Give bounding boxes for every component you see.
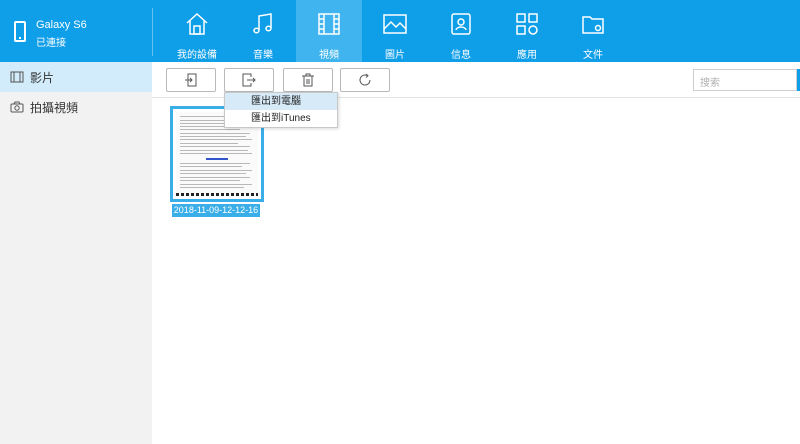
menu-item-export-to-itunes[interactable]: 匯出到iTunes	[225, 110, 337, 127]
delete-button[interactable]	[283, 68, 333, 92]
apps-icon	[516, 13, 538, 35]
contacts-icon	[451, 13, 471, 35]
film-strip-icon	[10, 71, 24, 83]
phone-icon	[14, 21, 26, 42]
export-button[interactable]	[224, 68, 274, 92]
device-status: 已連接	[36, 38, 66, 49]
trash-icon	[302, 73, 314, 87]
refresh-icon	[359, 73, 371, 86]
nav-video[interactable]: 視頻	[296, 0, 362, 62]
sidebar-item-recorded-videos[interactable]: 拍攝視頻	[0, 92, 152, 122]
nav-messages[interactable]: 信息	[428, 0, 494, 62]
nav-pictures[interactable]: 圖片	[362, 0, 428, 62]
sidebar: 影片 拍攝視頻	[0, 62, 152, 444]
search-input[interactable]: 搜索	[693, 69, 797, 91]
film-icon	[318, 13, 340, 35]
nav-my-device[interactable]: 我的設備	[164, 0, 230, 62]
export-dropdown-menu: 匯出到電腦 匯出到iTunes	[224, 92, 338, 128]
music-icon	[253, 13, 272, 34]
sidebar-item-movies[interactable]: 影片	[0, 62, 152, 92]
nav-label: 信息	[451, 50, 471, 61]
sidebar-item-label: 影片	[30, 70, 55, 85]
divider	[152, 8, 153, 56]
nav-apps[interactable]: 應用	[494, 0, 560, 62]
nav-music[interactable]: 音樂	[230, 0, 296, 62]
nav-label: 圖片	[385, 50, 405, 61]
import-button[interactable]	[166, 68, 216, 92]
folder-icon	[582, 16, 604, 34]
device-info[interactable]: Galaxy S6 已連接	[0, 0, 152, 62]
nav-label: 文件	[583, 50, 603, 61]
nav-label: 我的設備	[177, 50, 217, 61]
export-icon	[242, 73, 256, 87]
nav-files[interactable]: 文件	[560, 0, 626, 62]
nav-label: 應用	[517, 50, 537, 61]
home-icon	[186, 12, 208, 35]
main-nav: 我的設備 音樂 視頻 圖片 信息 應用 文件	[164, 0, 626, 62]
menu-item-export-to-pc[interactable]: 匯出到電腦	[225, 93, 337, 110]
sidebar-item-label: 拍攝視頻	[30, 100, 79, 115]
import-icon	[185, 73, 197, 87]
image-icon	[383, 14, 407, 34]
video-caption[interactable]: 2018-11-09-12-12-16	[172, 204, 260, 217]
nav-label: 視頻	[319, 50, 339, 61]
top-bar: Galaxy S6 已連接 我的設備 音樂 視頻 圖片 信息 應用 文件	[0, 0, 800, 62]
nav-label: 音樂	[253, 50, 273, 61]
refresh-button[interactable]	[340, 68, 390, 92]
device-name: Galaxy S6	[36, 19, 87, 31]
camera-icon	[10, 101, 24, 113]
